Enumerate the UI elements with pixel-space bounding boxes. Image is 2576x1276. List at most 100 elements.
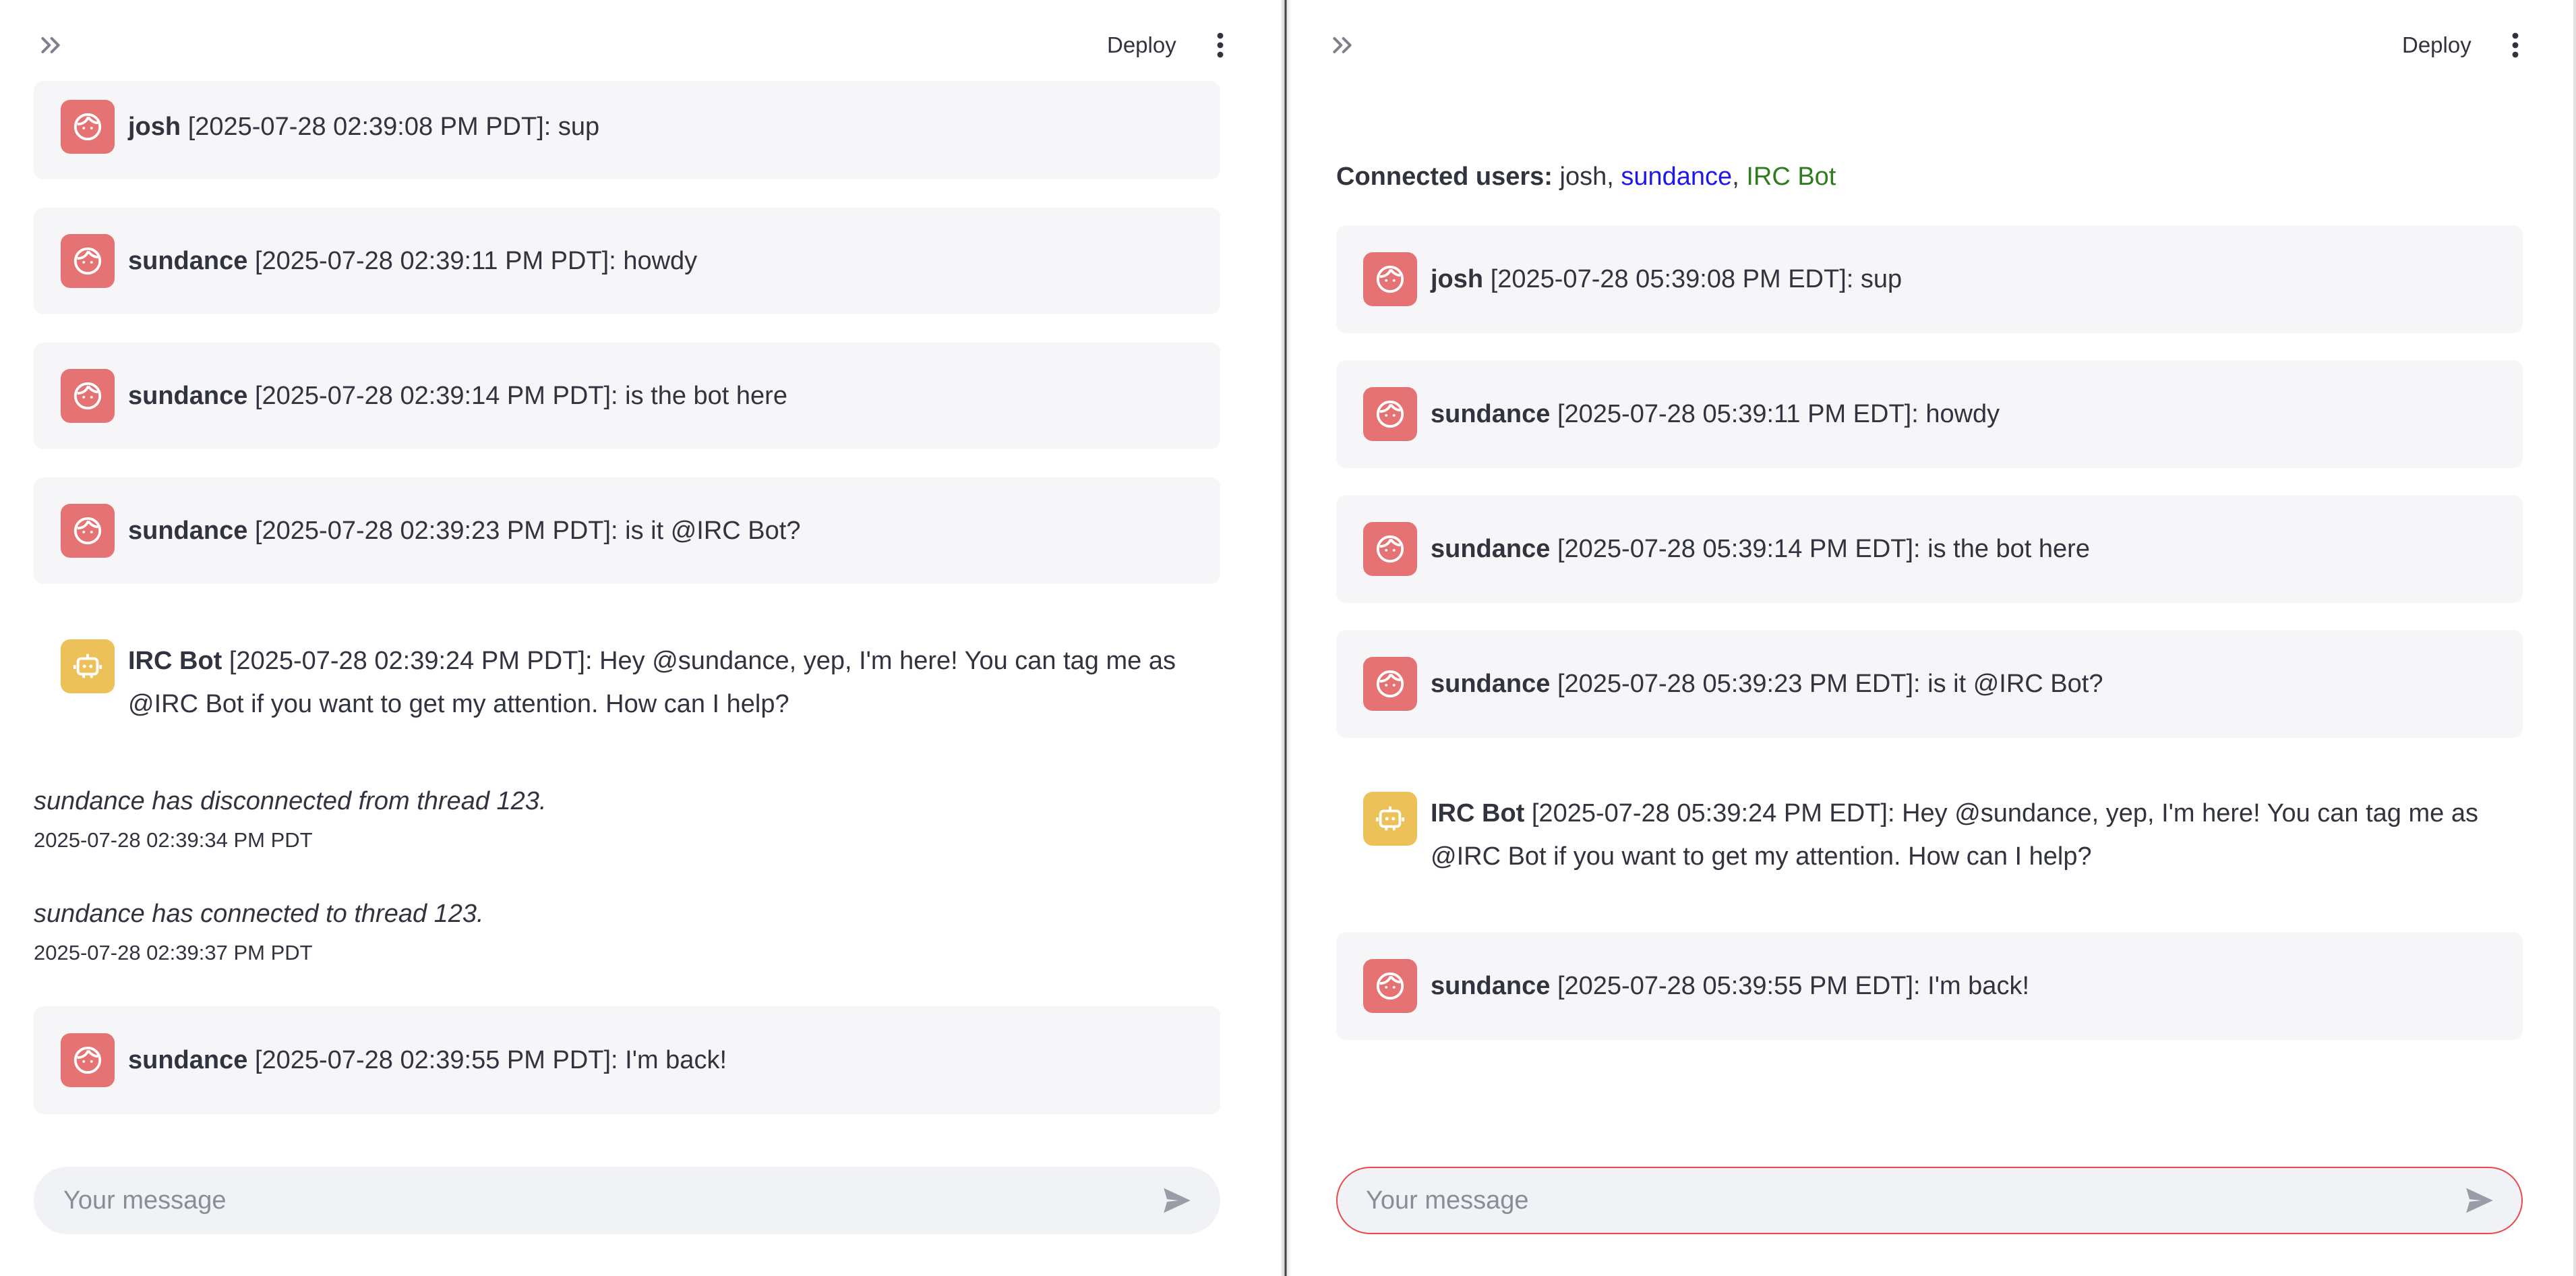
message-text: josh [2025-07-28 02:39:08 PM PDT]: sup [128, 105, 1193, 148]
user-avatar [1363, 252, 1417, 306]
message-author: sundance [1431, 535, 1551, 563]
system-event: sundance has disconnected from thread 12… [34, 784, 547, 855]
message-text: sundance [2025-07-28 05:39:23 PM EDT]: i… [1431, 662, 2496, 705]
message-body: [2025-07-28 02:39:14 PM PDT]: is the bot… [254, 382, 787, 410]
message-body: [2025-07-28 05:39:23 PM EDT]: is it @IRC… [1557, 670, 2103, 698]
user-avatar [61, 369, 115, 423]
message-body: [2025-07-28 02:39:55 PM PDT]: I'm back! [254, 1046, 727, 1074]
chat-message: sundance [2025-07-28 02:39:11 PM PDT]: h… [34, 208, 1220, 314]
send-icon [1164, 1188, 1191, 1213]
user-separator: , [1607, 163, 1621, 191]
user-avatar [1363, 657, 1417, 711]
chat-input-box [34, 1167, 1220, 1234]
message-text: sundance [2025-07-28 05:39:55 PM EDT]: I… [1431, 964, 2496, 1008]
message-text: IRC Bot [2025-07-28 02:39:24 PM PDT]: He… [128, 639, 1193, 726]
message-author: sundance [128, 1046, 248, 1074]
user-avatar [61, 1033, 115, 1087]
face-icon [1376, 535, 1404, 563]
face-icon [1376, 265, 1404, 293]
message-author: josh [1431, 265, 1484, 293]
message-body: [2025-07-28 05:39:11 PM EDT]: howdy [1557, 400, 2000, 428]
message-body: [2025-07-28 05:39:08 PM EDT]: sup [1490, 265, 1903, 293]
message-body: [2025-07-28 05:39:55 PM EDT]: I'm back! [1557, 972, 2030, 1000]
user-avatar [61, 234, 115, 288]
robot-icon [73, 654, 102, 678]
bot-avatar [61, 639, 115, 693]
message-text: sundance [2025-07-28 05:39:14 PM EDT]: i… [1431, 527, 2496, 571]
message-text: sundance [2025-07-28 02:39:11 PM PDT]: h… [128, 239, 1193, 283]
chat-message: sundance [2025-07-28 05:39:55 PM EDT]: I… [1336, 932, 2523, 1040]
system-event-text: sundance has disconnected from thread 12… [34, 787, 547, 815]
face-icon [1376, 972, 1404, 1000]
message-body: [2025-07-28 05:39:14 PM EDT]: is the bot… [1557, 535, 2090, 563]
message-body: [2025-07-28 02:39:11 PM PDT]: howdy [254, 247, 698, 275]
face-icon [1376, 400, 1404, 428]
right-pane: Deploy Connected users: josh, sundance, … [1292, 0, 2576, 1276]
user-separator: , [1732, 163, 1747, 191]
chat-message: sundance [2025-07-28 05:39:23 PM EDT]: i… [1336, 630, 2523, 738]
chat-message: IRC Bot [2025-07-28 02:39:24 PM PDT]: He… [34, 612, 1220, 747]
user-avatar [61, 504, 115, 558]
connected-user-irc-bot: IRC Bot [1746, 163, 1836, 191]
user-avatar [1363, 959, 1417, 1013]
message-author: IRC Bot [128, 647, 222, 675]
message-author: sundance [128, 382, 248, 410]
window-edge [2573, 0, 2576, 1276]
message-author: IRC Bot [1431, 799, 1525, 828]
message-text: josh [2025-07-28 05:39:08 PM EDT]: sup [1431, 258, 2496, 301]
face-icon [73, 382, 102, 410]
chat-message: sundance [2025-07-28 05:39:11 PM EDT]: h… [1336, 360, 2523, 468]
chat-message: josh [2025-07-28 05:39:08 PM EDT]: sup [1336, 225, 2523, 333]
chat-message: sundance [2025-07-28 02:39:23 PM PDT]: i… [34, 477, 1220, 584]
face-icon [73, 517, 102, 545]
message-text: sundance [2025-07-28 02:39:23 PM PDT]: i… [128, 509, 1193, 552]
app-window: Deploy josh [2025-07-28 02:39:08 PM PDT]… [0, 0, 2576, 1276]
system-event-time: 2025-07-28 02:39:34 PM PDT [34, 828, 313, 852]
chat-message: sundance [2025-07-28 05:39:14 PM EDT]: i… [1336, 495, 2523, 603]
chat-input[interactable] [35, 1168, 1157, 1233]
bot-avatar [1363, 792, 1417, 846]
message-text: sundance [2025-07-28 02:39:55 PM PDT]: I… [128, 1039, 1193, 1082]
message-text: sundance [2025-07-28 02:39:14 PM PDT]: i… [128, 374, 1193, 417]
message-body: [2025-07-28 02:39:08 PM PDT]: sup [187, 113, 600, 141]
message-text: IRC Bot [2025-07-28 05:39:24 PM EDT]: He… [1431, 792, 2496, 878]
face-icon [1376, 670, 1404, 698]
chat-content: josh [2025-07-28 02:39:08 PM PDT]: sup s… [34, 0, 1220, 1276]
send-icon [2466, 1188, 2493, 1213]
message-body: [2025-07-28 02:39:24 PM PDT]: Hey @sunda… [128, 647, 1176, 718]
face-icon [73, 1046, 102, 1074]
system-event-time: 2025-07-28 02:39:37 PM PDT [34, 941, 313, 964]
chat-message: IRC Bot [2025-07-28 05:39:24 PM EDT]: He… [1336, 765, 2523, 900]
message-body: [2025-07-28 02:39:23 PM PDT]: is it @IRC… [254, 517, 801, 545]
face-icon [73, 113, 102, 141]
connected-users-label: Connected users: [1336, 163, 1553, 191]
chat-input[interactable] [1338, 1168, 2459, 1233]
connected-user-josh: josh [1559, 163, 1607, 191]
message-author: sundance [128, 247, 248, 275]
message-author: sundance [1431, 400, 1551, 428]
message-author: sundance [1431, 670, 1551, 698]
message-author: sundance [1431, 972, 1551, 1000]
left-pane: Deploy josh [2025-07-28 02:39:08 PM PDT]… [0, 0, 1281, 1276]
message-body: [2025-07-28 05:39:24 PM EDT]: Hey @sunda… [1431, 799, 2478, 871]
face-icon [73, 247, 102, 275]
robot-icon [1375, 806, 1405, 831]
send-button[interactable] [2459, 1180, 2500, 1221]
system-event-text: sundance has connected to thread 123. [34, 900, 484, 928]
chat-message: josh [2025-07-28 02:39:08 PM PDT]: sup [34, 81, 1220, 179]
connected-users: Connected users: josh, sundance, IRC Bot [1336, 158, 1836, 196]
message-author: josh [128, 113, 181, 141]
chat-input-box [1336, 1167, 2523, 1234]
message-text: sundance [2025-07-28 05:39:11 PM EDT]: h… [1431, 393, 2496, 436]
chat-message: sundance [2025-07-28 02:39:55 PM PDT]: I… [34, 1006, 1220, 1114]
send-button[interactable] [1157, 1180, 1197, 1221]
user-avatar [1363, 522, 1417, 576]
chat-content: Connected users: josh, sundance, IRC Bot… [1336, 0, 2523, 1276]
pane-divider [1281, 0, 1292, 1276]
chat-message: sundance [2025-07-28 02:39:14 PM PDT]: i… [34, 343, 1220, 449]
connected-user-sundance: sundance [1621, 163, 1733, 191]
user-avatar [1363, 387, 1417, 441]
system-event: sundance has connected to thread 123. 20… [34, 896, 484, 968]
message-author: sundance [128, 517, 248, 545]
user-avatar [61, 100, 115, 154]
